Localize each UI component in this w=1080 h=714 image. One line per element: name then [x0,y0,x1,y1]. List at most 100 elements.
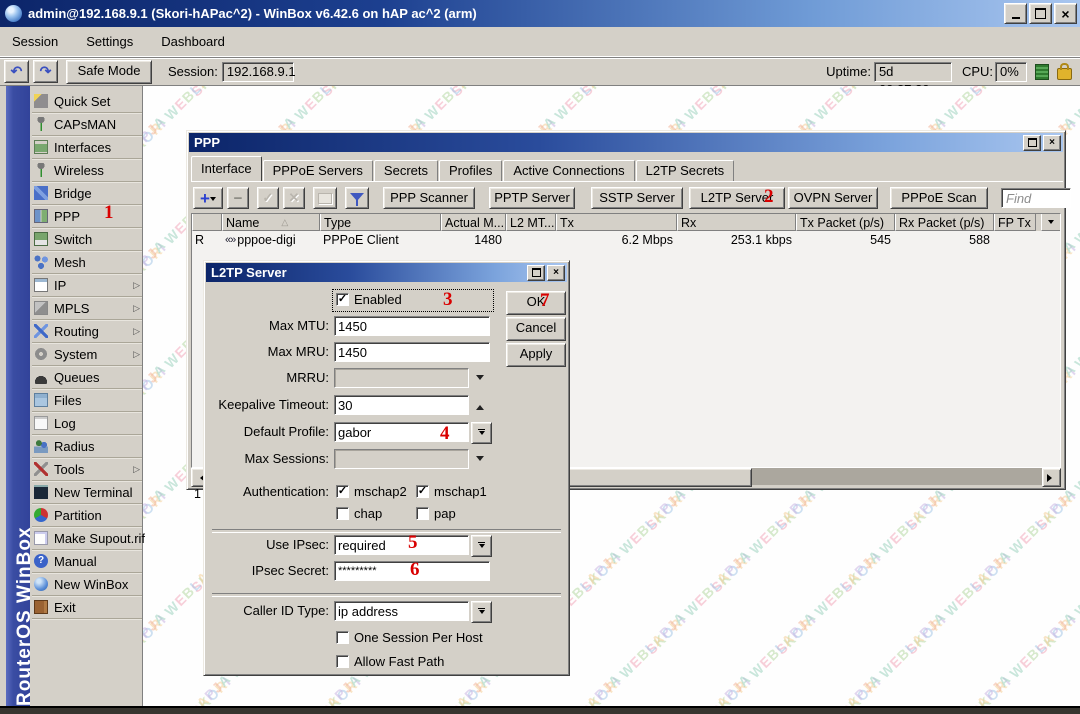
minimize-button[interactable] [1004,3,1027,24]
sidebar-item-label: New Terminal [54,485,133,500]
ovpn-server-button[interactable]: OVPN Server [788,187,878,209]
sidebar-item-mesh[interactable]: Mesh [32,251,142,274]
column-rx[interactable]: Rx [677,214,796,231]
enable-button[interactable]: ✓ [257,187,279,209]
tab-secrets[interactable]: Secrets [374,160,438,181]
menu-dashboard[interactable]: Dashboard [159,32,227,51]
ppp-maximize-button[interactable] [1023,135,1041,151]
find-input[interactable] [1001,188,1071,208]
caller-id-type-input[interactable] [334,601,469,621]
column-l2-mtu[interactable]: L2 MT... [506,214,556,231]
tab-pppoe-servers[interactable]: PPPoE Servers [263,160,373,181]
column-actual-mtu[interactable]: Actual M... [441,214,506,231]
table-row[interactable]: R «»pppoe-digi PPPoE Client 1480 6.2 Mbp… [192,231,1060,248]
undo-button[interactable]: ↶ [4,60,29,83]
one-session-checkbox[interactable] [336,631,349,644]
sidebar-item-files[interactable]: Files [32,389,142,412]
tab-active-connections[interactable]: Active Connections [503,160,634,181]
sstp-server-button[interactable]: SSTP Server [591,187,683,209]
column-fp-tx[interactable]: FP Tx [994,214,1036,231]
status-right: Uptime: 5d 00:37:30 CPU: 0% [826,62,1080,82]
sidebar-item-queues[interactable]: Queues [32,366,142,389]
menu-session[interactable]: Session [10,32,60,51]
pptp-server-button[interactable]: PPTP Server [489,187,575,209]
maximize-button[interactable] [1029,3,1052,24]
enabled-label: Enabled [354,292,402,308]
sidebar-item-wireless[interactable]: Wireless [32,159,142,182]
max-sessions-input[interactable] [334,449,469,469]
traffic-graph-icon[interactable] [1035,64,1049,80]
sidebar-item-ip[interactable]: IP▷ [32,274,142,297]
safe-mode-button[interactable]: Safe Mode [66,60,152,84]
mschap1-checkbox[interactable] [416,485,429,498]
column-tx-packet[interactable]: Tx Packet (p/s) [796,214,895,231]
default-profile-dropdown-button[interactable] [471,422,492,444]
enabled-checkbox[interactable] [336,293,349,306]
sidebar-item-manual[interactable]: ?Manual [32,550,142,573]
dialog-close-button[interactable]: × [547,265,565,281]
close-button[interactable]: × [1054,3,1077,24]
pap-checkbox[interactable] [416,507,429,520]
sidebar-item-new-winbox[interactable]: New WinBox [32,573,142,596]
sidebar-item-radius[interactable]: Radius [32,435,142,458]
redo-button[interactable]: ↷ [33,60,58,83]
sidebar-item-system[interactable]: System▷ [32,343,142,366]
disable-button[interactable]: ✕ [283,187,305,209]
sidebar-item-bridge[interactable]: Bridge [32,182,142,205]
sidebar-item-interfaces[interactable]: Interfaces [32,136,142,159]
sidebar-item-capsman[interactable]: CAPsMAN [32,113,142,136]
column-chooser-button[interactable] [1041,214,1060,231]
caller-id-dropdown-button[interactable] [471,601,492,623]
tab-interface[interactable]: Interface [191,156,262,181]
sidebar-item-routing[interactable]: Routing▷ [32,320,142,343]
column-tx[interactable]: Tx [556,214,677,231]
dialog-titlebar[interactable]: L2TP Server × [206,263,567,282]
uptime-label: Uptime: [826,64,871,79]
sidebar-item-quick-set[interactable]: Quick Set [32,90,142,113]
sidebar-item-make-supout-rif[interactable]: Make Supout.rif [32,527,142,550]
sidebar-item-exit[interactable]: Exit [32,596,142,619]
max-sessions-dropdown-icon[interactable] [476,456,484,465]
remove-button[interactable]: − [227,187,249,209]
sidebar-item-label: Make Supout.rif [54,531,145,546]
tab-profiles[interactable]: Profiles [439,160,502,181]
cancel-button[interactable]: Cancel [506,317,566,341]
pppoe-scan-button[interactable]: PPPoE Scan [890,187,988,209]
keepalive-up-icon[interactable] [476,401,484,410]
column-flags[interactable] [192,214,222,231]
use-ipsec-input[interactable] [334,535,469,555]
sidebar-item-partition[interactable]: Partition [32,504,142,527]
dialog-maximize-button[interactable] [527,265,545,281]
sidebar-item-ppp[interactable]: PPP [32,205,142,228]
ok-button[interactable]: OK [506,291,566,315]
sidebar-item-log[interactable]: Log [32,412,142,435]
scroll-right-button[interactable] [1042,468,1061,487]
sidebar-item-switch[interactable]: Switch [32,228,142,251]
ppp-scanner-button[interactable]: PPP Scanner [383,187,475,209]
filter-button[interactable] [345,187,369,209]
ppp-close-button[interactable]: × [1043,135,1061,151]
chap-checkbox[interactable] [336,507,349,520]
column-name[interactable]: Name△ [222,214,320,231]
add-button[interactable]: + [193,187,223,209]
sidebar-item-new-terminal[interactable]: New Terminal [32,481,142,504]
column-type[interactable]: Type [320,214,441,231]
uptime-value: 5d 00:37:30 [874,62,952,82]
column-rx-packet[interactable]: Rx Packet (p/s) [895,214,994,231]
keepalive-input[interactable] [334,395,469,415]
sidebar-item-tools[interactable]: Tools▷ [32,458,142,481]
tab-l2tp-secrets[interactable]: L2TP Secrets [636,160,735,181]
max-mtu-input[interactable] [334,316,490,336]
menu-settings[interactable]: Settings [84,32,135,51]
mrru-dropdown-icon[interactable] [476,375,484,384]
max-mru-input[interactable] [334,342,490,362]
allow-fast-path-checkbox[interactable] [336,655,349,668]
folder-icon [34,393,48,407]
comment-button[interactable] [313,187,337,209]
apply-button[interactable]: Apply [506,343,566,367]
sidebar-item-mpls[interactable]: MPLS▷ [32,297,142,320]
use-ipsec-dropdown-button[interactable] [471,535,492,557]
mschap2-checkbox[interactable] [336,485,349,498]
mrru-input[interactable] [334,368,469,388]
ppp-window-titlebar[interactable]: PPP × [189,133,1063,152]
